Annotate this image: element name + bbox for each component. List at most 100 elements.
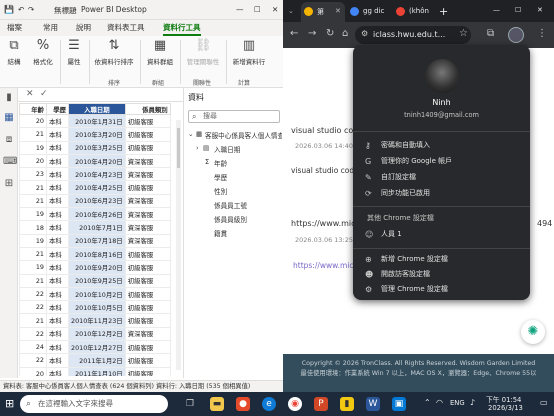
table-row[interactable]: 21 本科 2010年11月23日 初級客服 <box>19 313 171 328</box>
notification-icon[interactable]: ▭ <box>540 398 548 407</box>
table-row[interactable]: 20 本科 2010年1月31日 初級客服 <box>19 113 171 129</box>
cell-education[interactable]: 本科 <box>46 127 69 142</box>
field-staff-id[interactable]: 係員員工號 <box>214 200 247 210</box>
cell-education[interactable]: 本科 <box>46 207 69 222</box>
cell-hire-date[interactable]: 2010年8月16日 <box>68 246 126 262</box>
cell-hire-date[interactable]: 2010年12月27日 <box>68 340 126 355</box>
cell-education[interactable]: 本科 <box>46 300 69 315</box>
cell-hire-date[interactable]: 2010年11月23日 <box>68 313 126 328</box>
report-view-icon[interactable]: ▮ <box>3 92 15 104</box>
cell-staff-category[interactable]: 初級客服 <box>124 353 171 368</box>
minimize-button[interactable]: — <box>236 5 244 14</box>
column-header-staff-category[interactable]: 係員類別 <box>124 103 171 115</box>
field-staff-level[interactable]: 係員員級別 <box>214 214 247 224</box>
cell-education[interactable]: 本科 <box>46 273 69 288</box>
manage-relationships-button[interactable]: ⛓ 管理關聯性 <box>182 38 224 66</box>
word-icon[interactable]: W <box>366 397 380 411</box>
sound-icon[interactable]: ♪ <box>470 398 475 407</box>
clock-time[interactable]: 下午 01:54 <box>486 394 521 404</box>
field-gender[interactable]: 性別 <box>214 186 227 196</box>
cell-staff-category[interactable]: 初級客服 <box>124 140 171 155</box>
table-expand-icon[interactable]: ⌄ <box>188 130 194 138</box>
chrome-icon[interactable]: ◉ <box>288 397 302 411</box>
cell-hire-date[interactable]: 2010年1月31日 <box>68 113 126 129</box>
cell-age[interactable]: 19 <box>19 140 47 155</box>
chrome-tab[interactable]: (khôn <box>393 2 437 22</box>
extensions-icon[interactable]: ⧉ <box>487 28 494 39</box>
cell-hire-date[interactable]: 2010年6月26日 <box>68 207 126 222</box>
table-row[interactable]: 24 本科 2010年12月27日 初級客服 <box>19 340 171 355</box>
field-expand-icon[interactable]: › <box>196 144 199 152</box>
table-name[interactable]: 客服中心係員客人個人情查表 <box>205 130 282 140</box>
bookmark-star-icon[interactable]: ☆ <box>459 28 468 39</box>
menu-item-sync[interactable]: ⟳ 同步功能已啟用 <box>353 186 530 201</box>
cell-age[interactable]: 20 <box>19 113 47 129</box>
chrome-tab[interactable]: gg dic <box>347 2 391 22</box>
chrome-close-button[interactable]: ✕ <box>537 2 543 22</box>
cell-hire-date[interactable]: 2010年9月25日 <box>68 273 126 288</box>
cell-age[interactable]: 22 <box>19 286 47 302</box>
cell-age[interactable]: 21 <box>19 246 47 262</box>
cell-staff-category[interactable]: 資深客服 <box>124 167 171 182</box>
app-icon[interactable]: ● <box>236 397 250 411</box>
table-row[interactable]: 22 本科 2010年10月2日 初級客服 <box>19 286 171 302</box>
table-row[interactable]: 22 本科 2010年10月5日 初級客服 <box>19 300 171 315</box>
chrome-tab-active[interactable]: 第 ✕ <box>301 2 345 22</box>
cell-age[interactable]: 19 <box>19 260 47 275</box>
cell-education[interactable]: 本科 <box>46 286 69 302</box>
cell-hire-date[interactable]: 2010年3月25日 <box>68 140 126 155</box>
cell-age[interactable]: 20 <box>19 366 47 376</box>
table-row[interactable]: 21 本科 2010年6月23日 資深客服 <box>19 193 171 209</box>
table-row[interactable]: 20 本科 2010年4月20日 資深客服 <box>19 153 171 169</box>
cell-age[interactable]: 23 <box>19 167 47 182</box>
cell-staff-category[interactable]: 初級客服 <box>124 366 171 376</box>
app-icon[interactable]: ▣ <box>392 397 406 411</box>
cell-staff-category[interactable]: 初級客服 <box>124 313 171 328</box>
cell-hire-date[interactable]: 2010年6月23日 <box>68 193 126 209</box>
table-scrollbar[interactable] <box>176 120 181 370</box>
cell-age[interactable]: 20 <box>19 153 47 169</box>
cell-hire-date[interactable]: 2010年7月1日 <box>68 220 126 235</box>
structure-button[interactable]: ⧉ 結構 <box>2 38 26 66</box>
maximize-button[interactable]: ☐ <box>254 5 261 14</box>
table-row[interactable]: 19 本科 2010年9月20日 初級客服 <box>19 260 171 275</box>
cell-staff-category[interactable]: 資深客服 <box>124 153 171 169</box>
cell-education[interactable]: 本科 <box>46 180 69 195</box>
scroll-thumb[interactable] <box>177 128 180 168</box>
address-bar[interactable]: ⚙ iclass.hwu.edu.t... <box>355 26 471 44</box>
table-row[interactable]: 20 本科 2011年1月10日 初級客服 <box>19 366 171 376</box>
data-group-button[interactable]: ▦ 資料群組 <box>142 38 178 66</box>
cell-age[interactable]: 22 <box>19 326 47 342</box>
tab-close-icon[interactable]: ✕ <box>335 7 341 15</box>
cell-hire-date[interactable]: 2010年4月20日 <box>68 153 126 169</box>
cell-hire-date[interactable]: 2010年9月20日 <box>68 260 126 275</box>
task-view-icon[interactable]: ❐ <box>183 397 197 411</box>
field-hire-date[interactable]: 入職日期 <box>214 144 240 154</box>
cell-staff-category[interactable]: 初級客服 <box>124 113 171 129</box>
cell-hire-date[interactable]: 2011年1月10日 <box>68 366 126 376</box>
chrome-minimize-button[interactable]: — <box>493 2 500 22</box>
field-education[interactable]: 學歷 <box>214 172 227 182</box>
ppt-icon[interactable]: P <box>314 397 328 411</box>
cell-age[interactable]: 19 <box>19 233 47 248</box>
cell-education[interactable]: 本科 <box>46 233 69 248</box>
entry-title[interactable]: visual studio code <box>291 126 357 135</box>
cell-staff-category[interactable]: 初級客服 <box>124 273 171 288</box>
menu-item-passwords[interactable]: ⚷ 密碼和自動填入 <box>353 138 530 153</box>
table-row[interactable]: 21 本科 2010年9月25日 初級客服 <box>19 273 171 288</box>
menu-item-other-profile[interactable]: ☺ 人員 1 <box>353 227 530 242</box>
properties-button[interactable]: ☰ 屬性 <box>62 38 86 66</box>
table-row[interactable]: 19 本科 2010年7月18日 資深客服 <box>19 233 171 248</box>
undo-icon[interactable]: ↶ <box>18 5 24 14</box>
cell-hire-date[interactable]: 2010年10月2日 <box>68 286 126 302</box>
save-icon[interactable]: 💾 <box>4 5 14 14</box>
profile-avatar-button[interactable] <box>508 27 524 43</box>
data-search-input[interactable]: ⌕ 搜尋 <box>188 110 280 123</box>
cell-staff-category[interactable]: 資深客服 <box>124 207 171 222</box>
cell-staff-category[interactable]: 初級客服 <box>124 180 171 195</box>
cell-staff-category[interactable]: 初級客服 <box>124 340 171 355</box>
cell-age[interactable]: 19 <box>19 207 47 222</box>
cell-education[interactable]: 本科 <box>46 260 69 275</box>
menu-item-add-profile[interactable]: ⊕ 新增 Chrome 設定檔 <box>353 252 530 267</box>
table-row[interactable]: 19 本科 2010年6月26日 資深客服 <box>19 207 171 222</box>
